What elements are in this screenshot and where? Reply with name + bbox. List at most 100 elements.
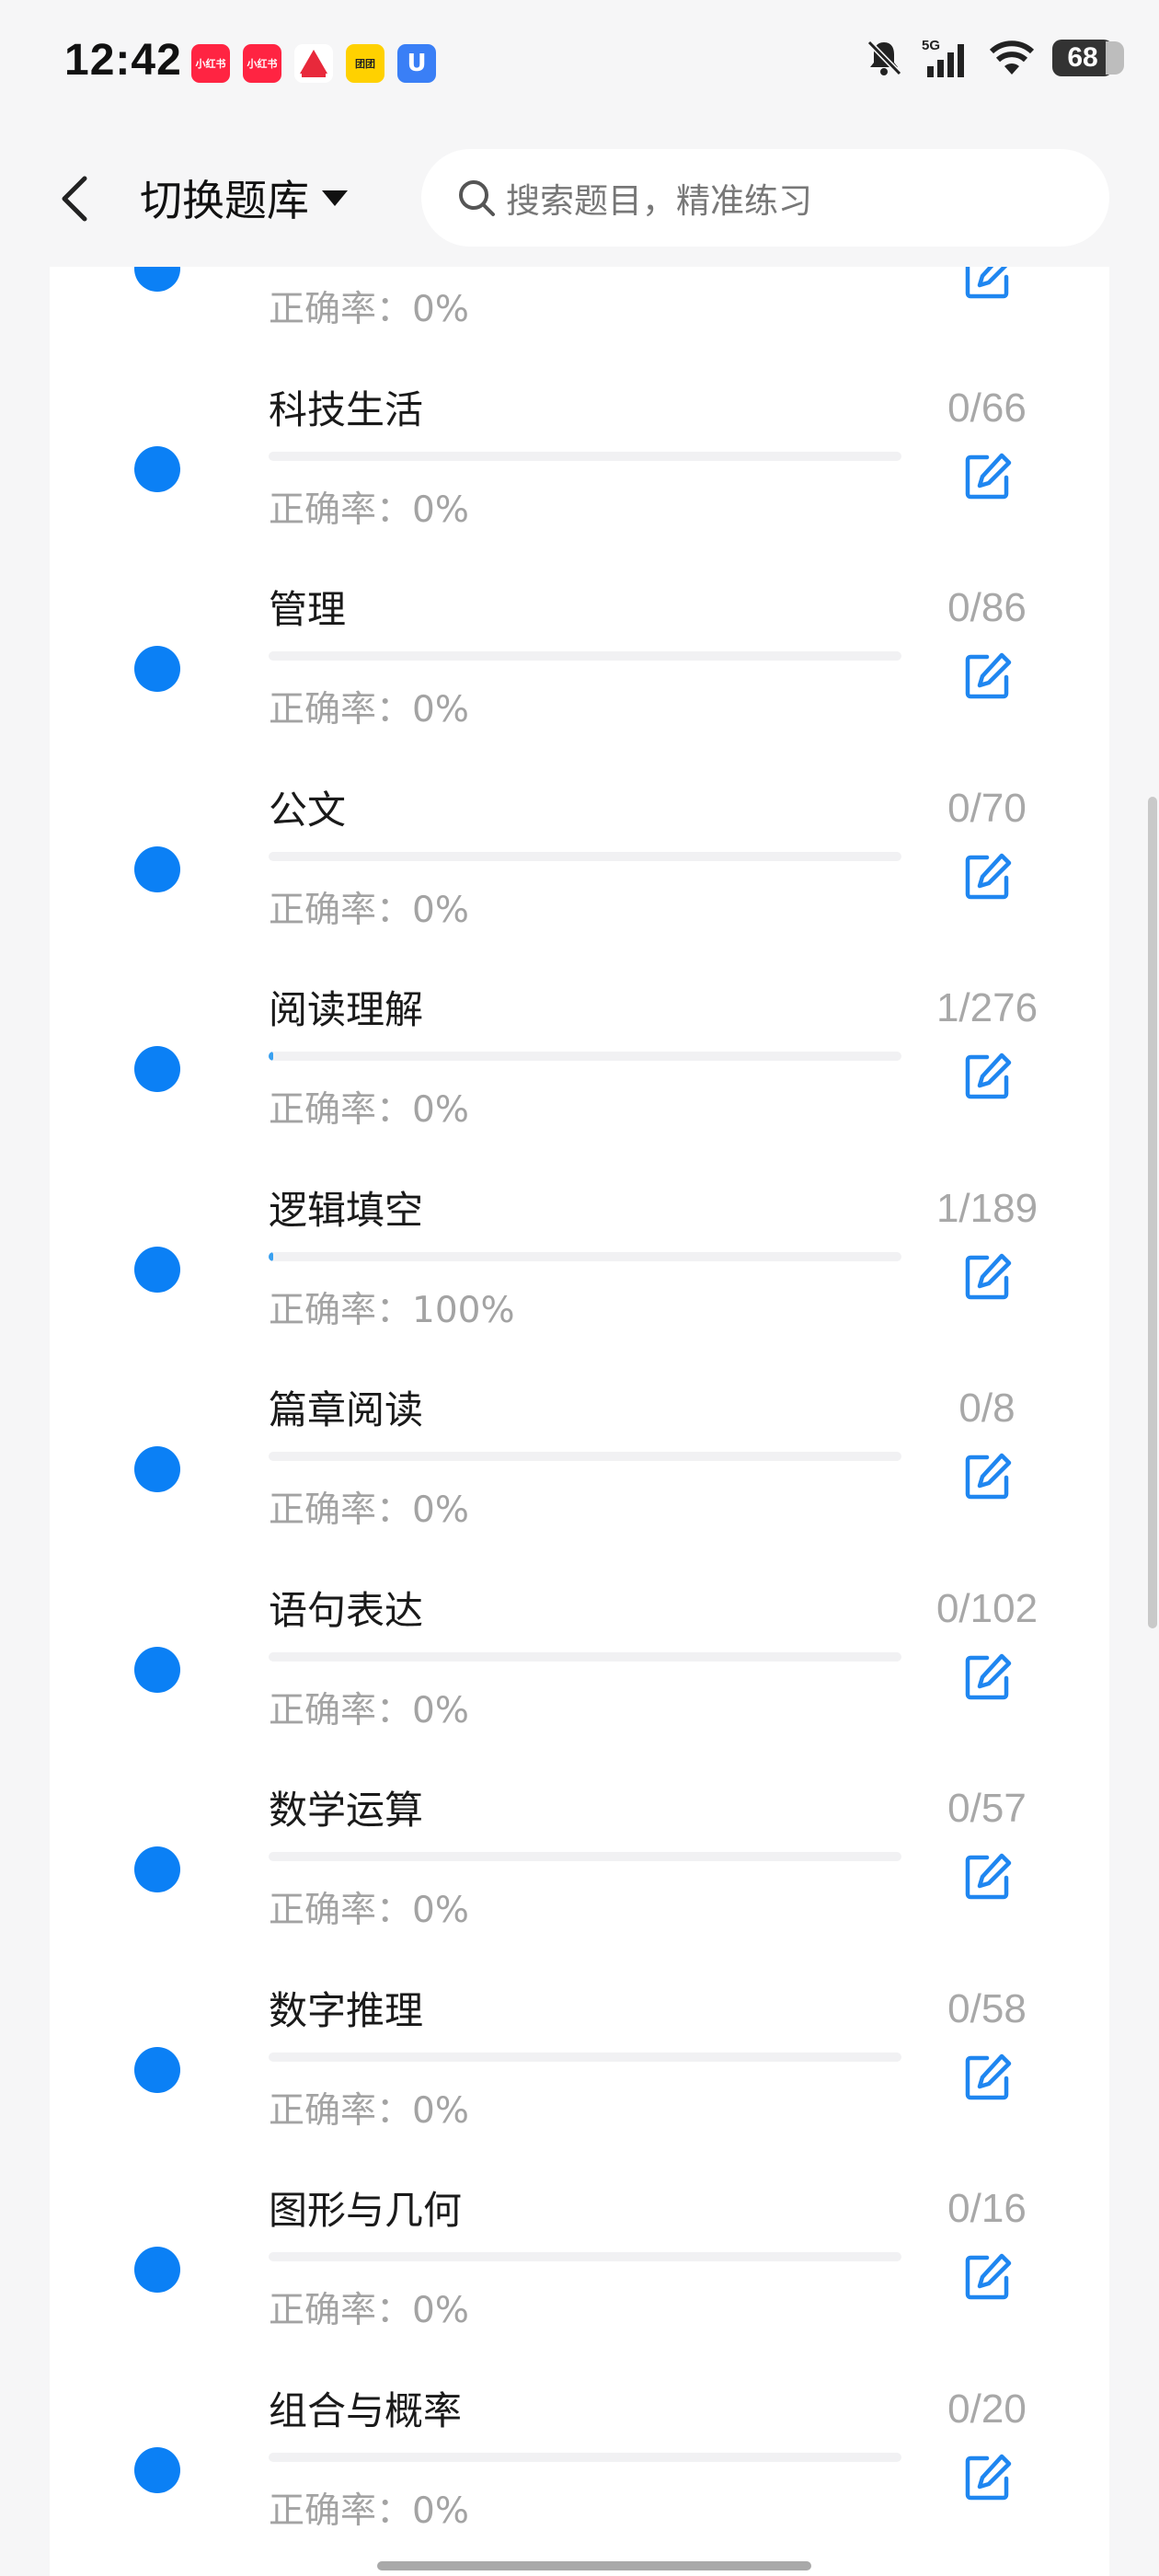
question-count: 0/20 bbox=[947, 2386, 1027, 2432]
scrollbar-thumb[interactable] bbox=[1148, 797, 1157, 1628]
practice-edit-button[interactable] bbox=[951, 440, 1025, 513]
accuracy-label: 正确率：0% bbox=[269, 889, 469, 931]
progress-bar bbox=[269, 1852, 901, 1861]
chevron-left-icon bbox=[62, 176, 87, 222]
edit-icon bbox=[965, 2053, 1012, 2099]
category-item[interactable]: 阅读理解 正确率：0% 1/276 bbox=[50, 931, 1109, 1131]
category-dot bbox=[134, 1446, 180, 1492]
practice-edit-button[interactable] bbox=[951, 1240, 1025, 1314]
search-placeholder: 搜索题目，精准练习 bbox=[506, 181, 812, 221]
category-item[interactable]: 图形与几何 正确率：0% 0/16 bbox=[50, 2132, 1109, 2331]
category-item[interactable]: 数字推理 正确率：0% 0/58 bbox=[50, 1932, 1109, 2132]
category-item[interactable]: 篇章阅读正确率：0% 0/8 bbox=[50, 1331, 1109, 1531]
practice-edit-button[interactable] bbox=[951, 2441, 1025, 2514]
edit-icon bbox=[965, 1853, 1012, 1900]
practice-edit-button[interactable] bbox=[951, 639, 1025, 713]
category-item[interactable]: 组合与概率 正确率：0% 0/20 bbox=[50, 2332, 1109, 2532]
category-title: 组合与概率 bbox=[269, 2387, 463, 2433]
question-count: 0/16 bbox=[947, 2186, 1027, 2231]
question-count: 1/189 bbox=[935, 1185, 1039, 1231]
pinduoduo-app-icon bbox=[294, 44, 333, 83]
accuracy-label: 正确率：0% bbox=[269, 2290, 469, 2331]
practice-edit-button[interactable] bbox=[951, 1440, 1025, 1513]
category-dot bbox=[134, 1646, 180, 1693]
edit-icon bbox=[965, 1453, 1012, 1500]
edit-icon bbox=[965, 1253, 1012, 1299]
practice-edit-button[interactable] bbox=[951, 1640, 1025, 1714]
question-count: 0/58 bbox=[947, 1985, 1027, 2031]
notification-app-icons: 小红书 小红书 团团 U bbox=[191, 44, 436, 83]
svg-text:5G: 5G bbox=[922, 38, 940, 53]
edit-icon bbox=[965, 853, 1012, 899]
header: 切换题库 搜索题目，精准练习 bbox=[0, 129, 1159, 267]
category-title: 数学运算 bbox=[269, 1788, 424, 1833]
edit-icon bbox=[965, 2454, 1012, 2500]
practice-edit-button[interactable] bbox=[951, 2041, 1025, 2114]
search-icon bbox=[454, 176, 499, 220]
search-input[interactable]: 搜索题目，精准练习 bbox=[421, 149, 1109, 247]
accuracy-label: 正确率：0% bbox=[269, 2089, 469, 2132]
category-item[interactable]: 逻辑填空 正确率：100% 1/189 bbox=[50, 1132, 1109, 1331]
accuracy-label: 正确率：0% bbox=[269, 1089, 469, 1131]
category-item[interactable]: 地理国情正确率：0%0/50 bbox=[50, 267, 1109, 330]
category-dot bbox=[134, 845, 180, 892]
practice-edit-button[interactable] bbox=[951, 1040, 1025, 1113]
edit-icon bbox=[965, 1052, 1012, 1099]
accuracy-label: 正确率：0% bbox=[269, 1489, 469, 1531]
home-indicator[interactable] bbox=[377, 2561, 811, 2570]
category-dot bbox=[134, 267, 180, 292]
practice-edit-button[interactable] bbox=[951, 1840, 1025, 1914]
edit-icon bbox=[965, 453, 1012, 499]
category-dot bbox=[134, 1046, 180, 1092]
caret-down-icon bbox=[322, 190, 348, 206]
meituan-app-icon: 团团 bbox=[346, 44, 384, 83]
accuracy-label: 正确率：0% bbox=[269, 1689, 469, 1731]
category-item[interactable]: 科技生活 正确率：0% 0/66 bbox=[50, 331, 1109, 531]
category-dot bbox=[134, 445, 180, 492]
category-item[interactable]: 公文 正确率：0% 0/70 bbox=[50, 731, 1109, 931]
switch-question-bank-button[interactable]: 切换题库 bbox=[140, 167, 350, 228]
accuracy-label: 正确率：0% bbox=[269, 289, 469, 330]
back-button[interactable] bbox=[48, 164, 99, 234]
category-title: 管理 bbox=[269, 587, 347, 632]
category-item[interactable]: 管理正确率：0% 0/86 bbox=[50, 531, 1109, 730]
progress-bar bbox=[269, 851, 901, 861]
progress-bar bbox=[269, 1052, 901, 1061]
progress-bar bbox=[269, 1251, 901, 1261]
category-dot bbox=[134, 1246, 180, 1293]
edit-icon bbox=[965, 1653, 1012, 1699]
progress-bar bbox=[269, 451, 901, 461]
progress-bar-fill bbox=[269, 1052, 273, 1061]
question-count: 0/70 bbox=[947, 785, 1027, 831]
category-item[interactable]: 数学运算正确率：0% 0/57 bbox=[50, 1731, 1109, 1931]
status-indicators: 5G 68 bbox=[863, 37, 1124, 79]
wifi-icon bbox=[989, 40, 1035, 75]
signal-5g-icon: 5G bbox=[922, 38, 964, 77]
category-item[interactable]: 语句表达 正确率：0% 0/102 bbox=[50, 1532, 1109, 1731]
xiaohongshu-app-icon: 小红书 bbox=[243, 44, 281, 83]
accuracy-label: 正确率：0% bbox=[269, 1890, 469, 1931]
practice-edit-button[interactable] bbox=[951, 267, 1025, 313]
category-list: 地理国情正确率：0%0/50科技生活正确率：0%0/66管理正确率：0%0/86… bbox=[50, 267, 1109, 2576]
battery-indicator: 68 bbox=[1052, 40, 1124, 76]
edit-icon bbox=[965, 267, 1009, 299]
question-count: 0/57 bbox=[947, 1786, 1027, 1831]
category-dot bbox=[134, 1846, 180, 1892]
category-title: 篇章阅读 bbox=[269, 1387, 424, 1432]
question-count: 0/8 bbox=[958, 1386, 1016, 1431]
uu-app-icon: U bbox=[397, 44, 436, 83]
practice-edit-button[interactable] bbox=[951, 840, 1025, 914]
progress-bar bbox=[269, 1651, 901, 1662]
category-dot bbox=[134, 2247, 180, 2293]
status-bar: 12:42 小红书 小红书 团团 U 5G 68 bbox=[0, 0, 1159, 129]
accuracy-label: 正确率：0% bbox=[269, 689, 469, 730]
edit-icon bbox=[965, 652, 1012, 699]
progress-bar bbox=[269, 2452, 901, 2462]
category-title: 逻辑填空 bbox=[269, 1187, 424, 1233]
question-count: 0/86 bbox=[947, 585, 1027, 630]
practice-edit-button[interactable] bbox=[951, 2240, 1025, 2314]
status-time: 12:42 bbox=[64, 36, 182, 85]
category-dot bbox=[134, 646, 180, 692]
progress-bar bbox=[269, 2052, 901, 2062]
progress-bar bbox=[269, 1452, 901, 1461]
